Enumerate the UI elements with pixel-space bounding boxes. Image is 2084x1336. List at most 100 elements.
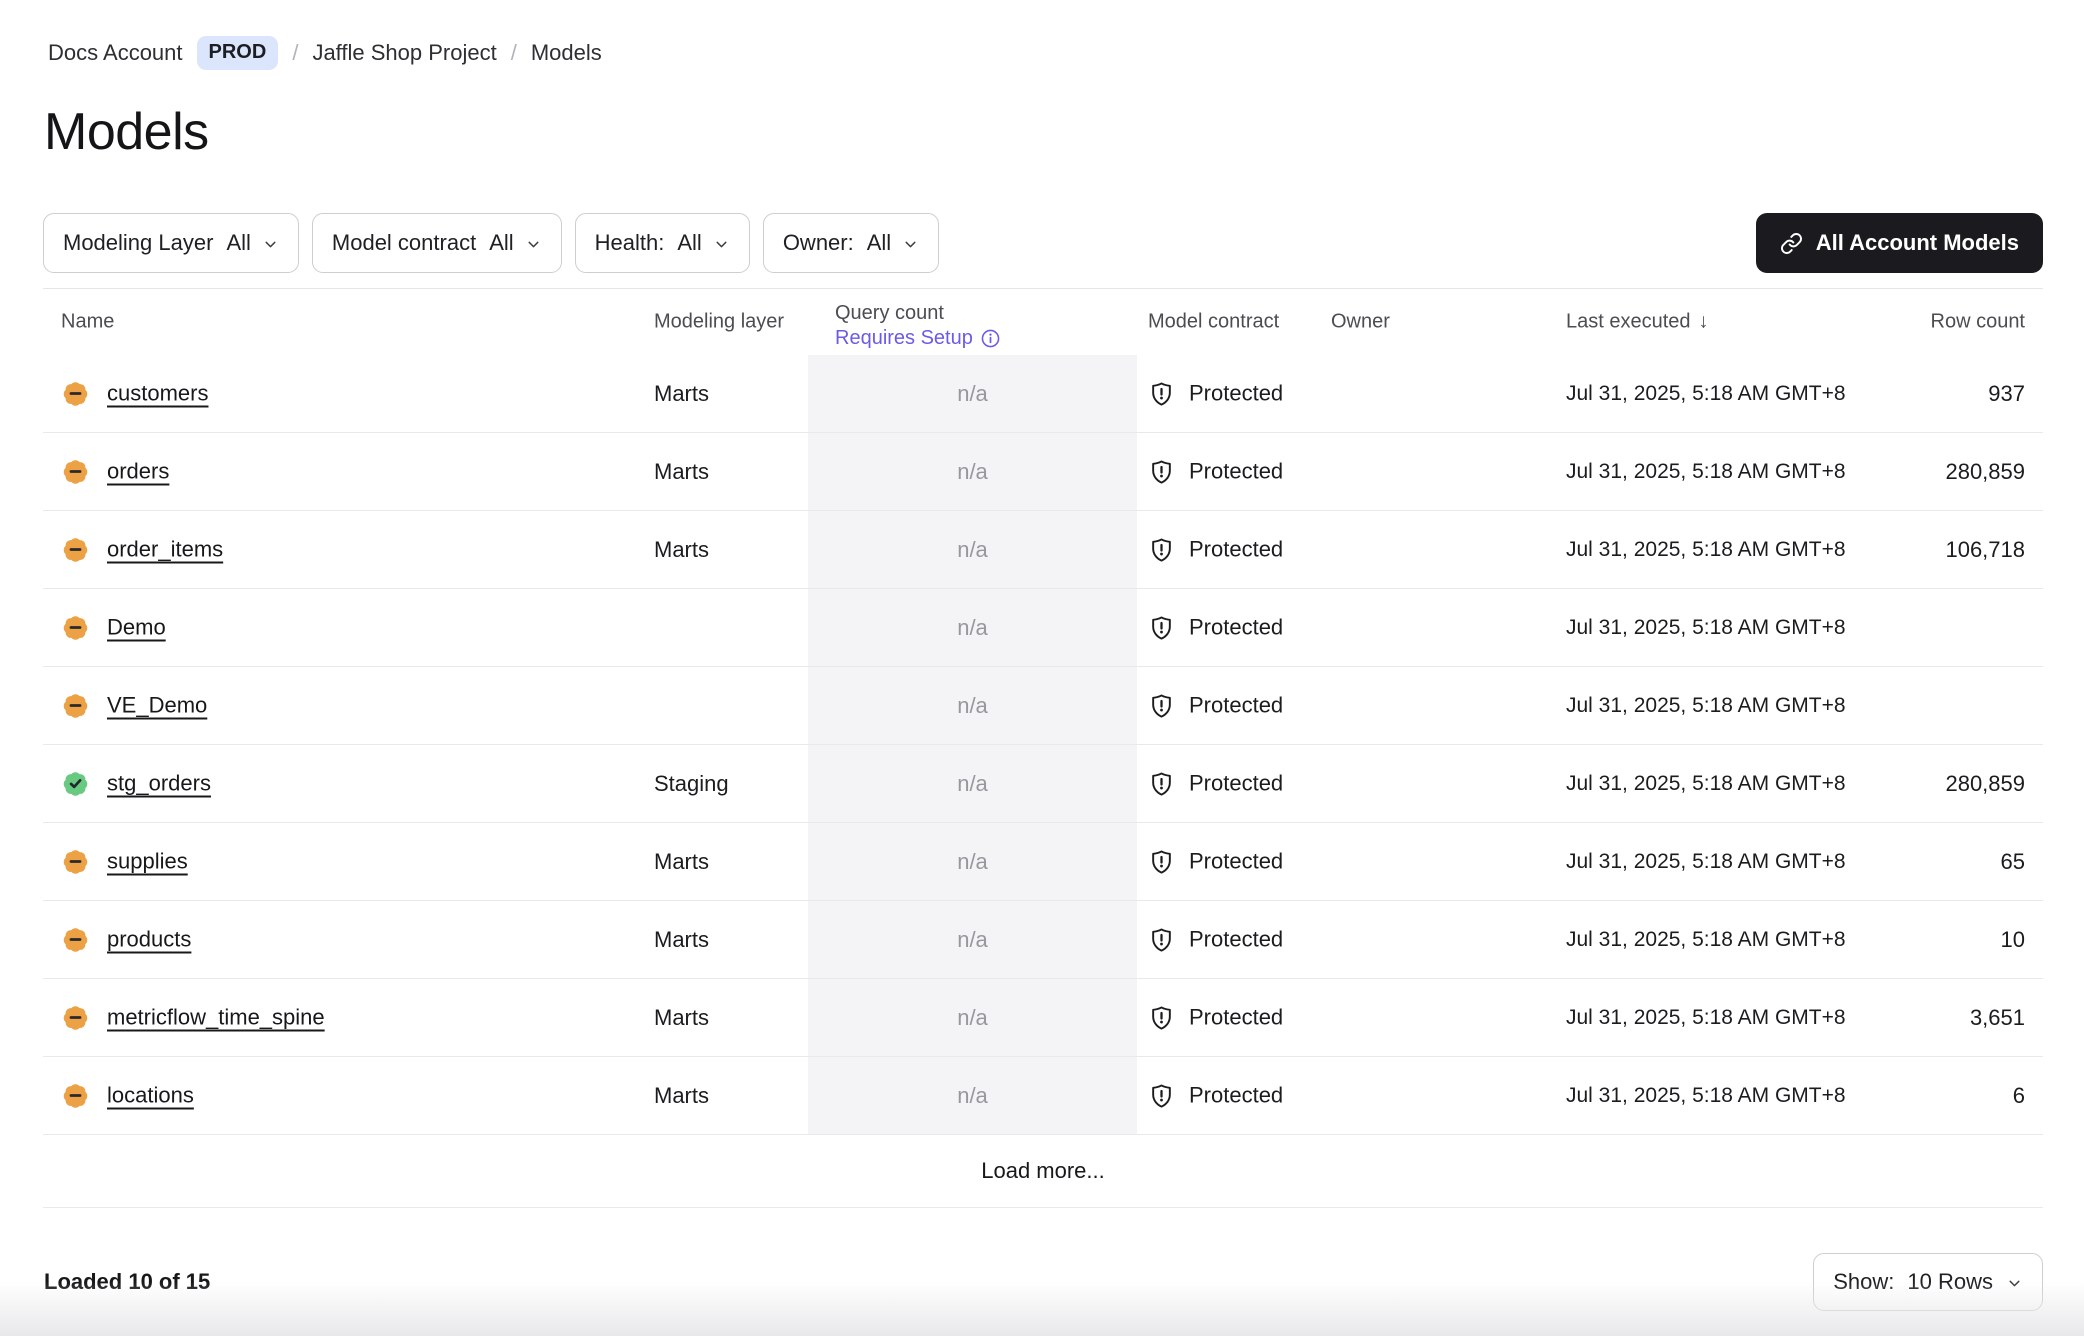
model-contract-cell: Protected (1148, 926, 1283, 953)
filter-value: All (867, 230, 891, 256)
shield-icon (1148, 926, 1175, 953)
breadcrumb-account-link[interactable]: Docs Account (48, 40, 183, 66)
health-seal-minus-icon (61, 925, 90, 954)
contract-label: Protected (1189, 1005, 1283, 1031)
model-link[interactable]: locations (107, 1083, 194, 1109)
health-seal-minus-icon (61, 691, 90, 720)
all-account-models-label: All Account Models (1816, 230, 2019, 256)
query-count-label: Query count (835, 301, 1001, 326)
last-executed-cell: Jul 31, 2025, 5:18 AM GMT+8 (1566, 616, 1846, 640)
link-icon (1780, 232, 1803, 255)
query-count-cell: n/a (808, 459, 1137, 485)
last-executed-label: Last executed (1566, 311, 1691, 334)
show-label: Show: (1833, 1269, 1894, 1295)
models-page: Docs Account PROD / Jaffle Shop Project … (0, 0, 2084, 1336)
name-cell: locations (61, 1081, 194, 1110)
model-link[interactable]: order_items (107, 537, 223, 563)
breadcrumb-separator: / (292, 40, 298, 66)
model-link[interactable]: VE_Demo (107, 693, 207, 719)
filter-toolbar: Modeling Layer All Model contract All He… (43, 213, 2043, 273)
shield-icon (1148, 458, 1175, 485)
name-cell: products (61, 925, 191, 954)
filter-owner[interactable]: Owner: All (763, 213, 939, 273)
load-more-button[interactable]: Load more... (981, 1158, 1105, 1184)
shield-icon (1148, 614, 1175, 641)
column-header-model-contract: Model contract (1148, 311, 1279, 334)
last-executed-cell: Jul 31, 2025, 5:18 AM GMT+8 (1566, 1006, 1846, 1030)
table-row: orders Marts n/a Protected Jul 31, 2025,… (43, 433, 2043, 511)
name-cell: order_items (61, 535, 223, 564)
shield-icon (1148, 380, 1175, 407)
filter-health[interactable]: Health: All (575, 213, 750, 273)
table-row: stg_orders Staging n/a Protected Jul 31,… (43, 745, 2043, 823)
table-row: order_items Marts n/a Protected Jul 31, … (43, 511, 2043, 589)
query-count-cell: n/a (808, 537, 1137, 563)
contract-label: Protected (1189, 693, 1283, 719)
health-seal-minus-icon (61, 1003, 90, 1032)
row-count-cell: 6 (2013, 1083, 2025, 1109)
show-rows-dropdown[interactable]: Show: 10 Rows (1813, 1253, 2043, 1311)
sort-descending-arrow: ↓ (1699, 311, 1709, 334)
name-cell: orders (61, 457, 169, 486)
column-header-row-count: Row count (1931, 311, 2026, 334)
pagination-footer: Loaded 10 of 15 Show: 10 Rows (44, 1253, 2043, 1311)
model-link[interactable]: supplies (107, 849, 188, 875)
shield-icon (1148, 692, 1175, 719)
table-body: customers Marts n/a Protected Jul 31, 20… (43, 355, 2043, 1135)
model-link[interactable]: customers (107, 381, 208, 407)
last-executed-cell: Jul 31, 2025, 5:18 AM GMT+8 (1566, 850, 1846, 874)
table-row: Demo n/a Protected Jul 31, 2025, 5:18 AM… (43, 589, 2043, 667)
info-icon[interactable] (980, 328, 1001, 349)
health-seal-minus-icon (61, 535, 90, 564)
filter-modeling-layer[interactable]: Modeling Layer All (43, 213, 299, 273)
contract-label: Protected (1189, 849, 1283, 875)
last-executed-cell: Jul 31, 2025, 5:18 AM GMT+8 (1566, 460, 1846, 484)
model-link[interactable]: orders (107, 459, 169, 485)
contract-label: Protected (1189, 771, 1283, 797)
row-count-cell: 937 (1988, 381, 2025, 407)
modeling-layer-cell: Marts (654, 927, 709, 953)
contract-label: Protected (1189, 459, 1283, 485)
health-seal-check-icon (61, 769, 90, 798)
model-contract-cell: Protected (1148, 770, 1283, 797)
modeling-layer-cell: Marts (654, 1005, 709, 1031)
breadcrumb-current: Models (531, 40, 602, 66)
table-row: supplies Marts n/a Protected Jul 31, 202… (43, 823, 2043, 901)
model-link[interactable]: metricflow_time_spine (107, 1005, 325, 1031)
filter-model-contract[interactable]: Model contract All (312, 213, 562, 273)
query-count-cell: n/a (808, 771, 1137, 797)
model-contract-cell: Protected (1148, 1004, 1283, 1031)
modeling-layer-cell: Marts (654, 849, 709, 875)
models-table: Name Modeling layer Query count Requires… (43, 288, 2043, 1208)
table-row: metricflow_time_spine Marts n/a Protecte… (43, 979, 2043, 1057)
breadcrumb: Docs Account PROD / Jaffle Shop Project … (0, 0, 2084, 70)
chevron-down-icon (525, 236, 542, 253)
shield-icon (1148, 536, 1175, 563)
modeling-layer-cell: Staging (654, 771, 729, 797)
filter-value: All (489, 230, 513, 256)
column-header-last-executed[interactable]: Last executed ↓ (1566, 311, 1709, 334)
name-cell: supplies (61, 847, 188, 876)
row-count-cell: 106,718 (1945, 537, 2025, 563)
column-header-name: Name (61, 311, 114, 334)
query-count-cell: n/a (808, 693, 1137, 719)
shield-icon (1148, 848, 1175, 875)
model-link[interactable]: Demo (107, 615, 166, 641)
requires-setup-link[interactable]: Requires Setup (835, 326, 1001, 351)
query-count-cell: n/a (808, 381, 1137, 407)
modeling-layer-cell: Marts (654, 537, 709, 563)
model-link[interactable]: products (107, 927, 191, 953)
model-link[interactable]: stg_orders (107, 771, 211, 797)
health-seal-minus-icon (61, 847, 90, 876)
query-count-cell: n/a (808, 1083, 1137, 1109)
breadcrumb-project-link[interactable]: Jaffle Shop Project (312, 40, 496, 66)
filter-label: Health: (595, 230, 665, 256)
filter-value: All (677, 230, 701, 256)
environment-badge[interactable]: PROD (197, 36, 279, 70)
table-header: Name Modeling layer Query count Requires… (43, 288, 2043, 355)
filter-label: Model contract (332, 230, 476, 256)
health-seal-minus-icon (61, 613, 90, 642)
contract-label: Protected (1189, 1083, 1283, 1109)
query-count-cell: n/a (808, 1005, 1137, 1031)
all-account-models-button[interactable]: All Account Models (1756, 213, 2043, 273)
